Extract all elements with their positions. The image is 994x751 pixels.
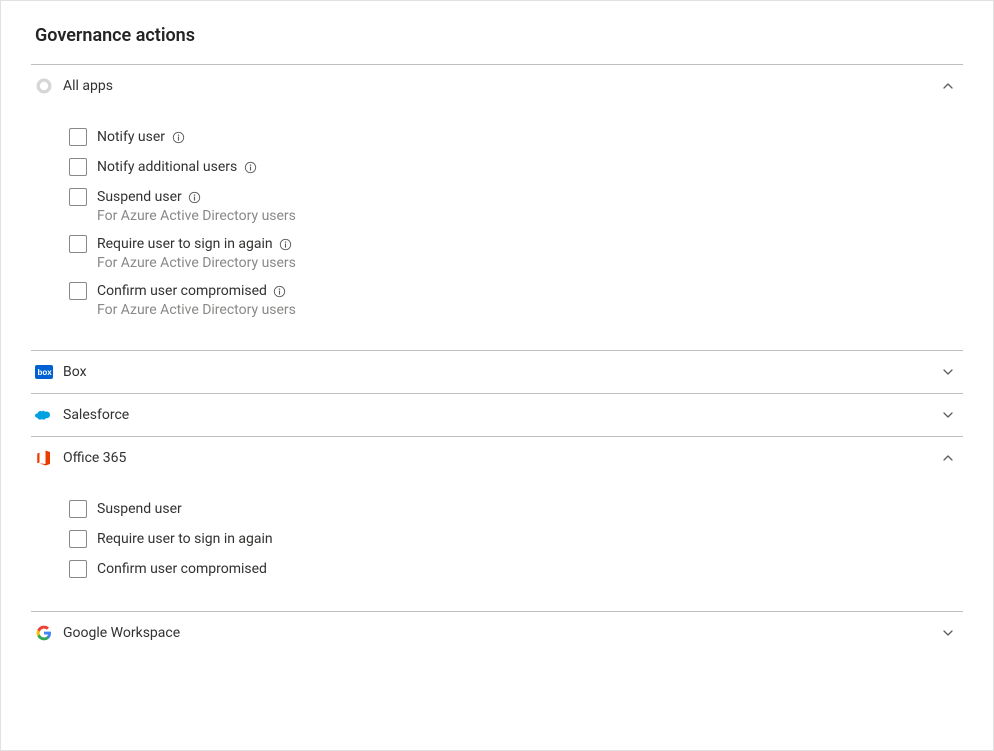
checkbox-suspend-user-aad[interactable] bbox=[69, 188, 87, 206]
section-header-office-365[interactable]: Office 365 bbox=[31, 437, 963, 479]
checkbox-confirm-compromised-aad[interactable] bbox=[69, 282, 87, 300]
option-o365-confirm-compromised: Confirm user compromised bbox=[69, 559, 963, 579]
office-365-icon bbox=[35, 449, 53, 467]
option-notify-user: Notify user bbox=[69, 127, 963, 147]
info-icon[interactable] bbox=[171, 130, 185, 144]
section-header-google-workspace[interactable]: Google Workspace bbox=[31, 612, 963, 654]
option-label: Confirm user compromised bbox=[97, 281, 267, 301]
option-o365-require-sign-in: Require user to sign in again bbox=[69, 529, 963, 549]
section-header-all-apps[interactable]: All apps bbox=[31, 65, 963, 107]
checkbox-o365-suspend-user[interactable] bbox=[69, 500, 87, 518]
chevron-down-icon bbox=[941, 626, 955, 640]
option-label: Require user to sign in again bbox=[97, 529, 273, 549]
option-label: Require user to sign in again bbox=[97, 234, 273, 254]
info-icon[interactable] bbox=[279, 237, 293, 251]
section-body-office-365: Suspend user Require user to sign in aga… bbox=[31, 479, 963, 611]
info-icon[interactable] bbox=[243, 160, 257, 174]
checkbox-o365-confirm-compromised[interactable] bbox=[69, 560, 87, 578]
chevron-down-icon bbox=[941, 408, 955, 422]
section-title-label: Salesforce bbox=[63, 407, 941, 423]
section-header-box[interactable]: box Box bbox=[31, 351, 963, 393]
info-icon[interactable] bbox=[273, 284, 287, 298]
option-require-sign-in-aad: Require user to sign in again For Azure … bbox=[69, 234, 963, 271]
google-workspace-icon bbox=[35, 624, 53, 642]
option-o365-suspend-user: Suspend user bbox=[69, 499, 963, 519]
section-google-workspace: Google Workspace bbox=[31, 612, 963, 654]
section-office-365: Office 365 Suspend user Require user to … bbox=[31, 437, 963, 611]
checkbox-o365-require-sign-in[interactable] bbox=[69, 530, 87, 548]
info-icon[interactable] bbox=[188, 190, 202, 204]
section-box: box Box bbox=[31, 351, 963, 394]
all-apps-icon bbox=[35, 77, 53, 95]
option-suspend-user-aad: Suspend user For Azure Active Directory … bbox=[69, 187, 963, 224]
panel-title: Governance actions bbox=[35, 25, 963, 46]
chevron-up-icon bbox=[941, 451, 955, 465]
option-subtext: For Azure Active Directory users bbox=[97, 302, 296, 318]
section-all-apps: All apps Notify user bbox=[31, 65, 963, 350]
section-body-all-apps: Notify user Notify additional users bbox=[31, 107, 963, 350]
checkbox-notify-additional-users[interactable] bbox=[69, 158, 87, 176]
section-title-label: Office 365 bbox=[63, 450, 941, 466]
option-label: Notify additional users bbox=[97, 157, 237, 177]
option-subtext: For Azure Active Directory users bbox=[97, 208, 296, 224]
checkbox-require-sign-in-aad[interactable] bbox=[69, 235, 87, 253]
section-title-label: Box bbox=[63, 364, 941, 380]
box-icon: box bbox=[35, 363, 53, 381]
chevron-up-icon bbox=[941, 79, 955, 93]
option-label: Suspend user bbox=[97, 187, 182, 207]
section-header-salesforce[interactable]: Salesforce bbox=[31, 394, 963, 436]
option-confirm-compromised-aad: Confirm user compromised For Azure Activ… bbox=[69, 281, 963, 318]
option-label: Confirm user compromised bbox=[97, 559, 267, 579]
governance-actions-panel: Governance actions All apps Notify user bbox=[0, 0, 994, 751]
option-label: Notify user bbox=[97, 127, 165, 147]
checkbox-notify-user[interactable] bbox=[69, 128, 87, 146]
svg-text:box: box bbox=[38, 368, 53, 377]
section-title-label: Google Workspace bbox=[63, 625, 941, 641]
option-label: Suspend user bbox=[97, 499, 182, 519]
option-subtext: For Azure Active Directory users bbox=[97, 255, 296, 271]
option-notify-additional-users: Notify additional users bbox=[69, 157, 963, 177]
section-title-label: All apps bbox=[63, 78, 941, 94]
section-salesforce: Salesforce bbox=[31, 394, 963, 437]
chevron-down-icon bbox=[941, 365, 955, 379]
salesforce-icon bbox=[35, 406, 53, 424]
